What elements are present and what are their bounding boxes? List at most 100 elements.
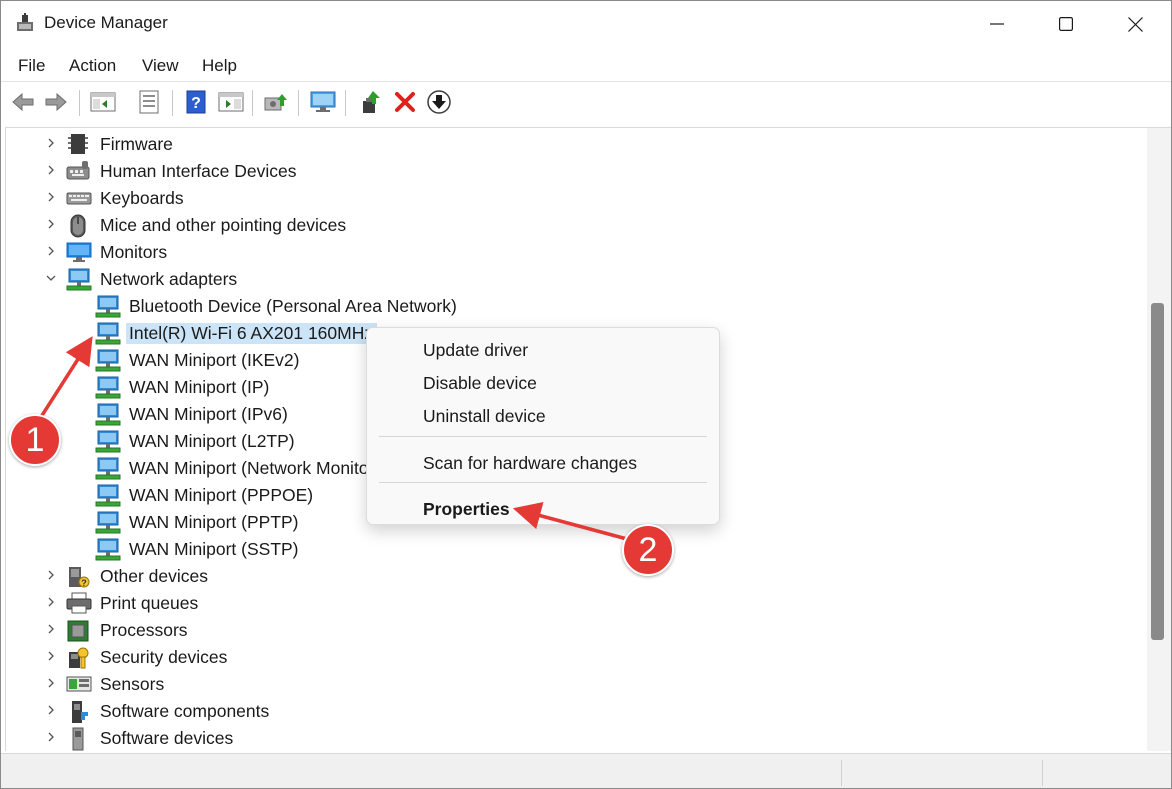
- chevron-right-icon[interactable]: [44, 623, 58, 637]
- tree-item-label[interactable]: Software devices: [100, 728, 233, 749]
- chevron-right-icon[interactable]: [44, 650, 58, 664]
- chevron-right-icon[interactable]: [44, 218, 58, 232]
- tree-item-label[interactable]: Monitors: [100, 242, 167, 263]
- tree-item-label[interactable]: WAN Miniport (IPv6): [129, 404, 288, 425]
- network-adapter-icon: [95, 349, 121, 372]
- annotation-callout-2: 2: [622, 524, 674, 576]
- minimize-icon: [990, 23, 1004, 25]
- back-button[interactable]: [9, 88, 37, 116]
- tree-category[interactable]: Security devices: [6, 644, 1146, 671]
- chevron-right-icon[interactable]: [44, 164, 58, 178]
- tree-category[interactable]: Firmware: [6, 131, 1146, 158]
- vertical-scrollbar[interactable]: [1147, 127, 1171, 751]
- tree-item-label[interactable]: Firmware: [100, 134, 173, 155]
- update-driver-button[interactable]: [357, 88, 385, 116]
- tree-item-label[interactable]: WAN Miniport (PPPOE): [129, 485, 313, 506]
- tree-item-label[interactable]: Sensors: [100, 674, 164, 695]
- chevron-right-icon[interactable]: [44, 596, 58, 610]
- tree-item-label[interactable]: Human Interface Devices: [100, 161, 296, 182]
- tree-item-label[interactable]: Other devices: [100, 566, 208, 587]
- tree-category[interactable]: Network adapters: [6, 266, 1146, 293]
- tree-category[interactable]: Sensors: [6, 671, 1146, 698]
- properties-button[interactable]: [135, 88, 163, 116]
- uninstall-device-button[interactable]: [391, 88, 419, 116]
- chevron-right-icon[interactable]: [44, 245, 58, 259]
- tree-item-label[interactable]: WAN Miniport (PPTP): [129, 512, 299, 533]
- tree-item-label-selected[interactable]: Intel(R) Wi-Fi 6 AX201 160MHz: [126, 323, 378, 344]
- chevron-right-icon[interactable]: [44, 137, 58, 151]
- network-adapter-icon: [95, 538, 121, 561]
- tree-category[interactable]: Mice and other pointing devices: [6, 212, 1146, 239]
- chevron-right-icon[interactable]: [44, 731, 58, 745]
- tree-device[interactable]: Bluetooth Device (Personal Area Network): [6, 293, 1146, 320]
- uninstall-device-icon: [395, 92, 415, 112]
- menu-file[interactable]: File: [18, 56, 45, 76]
- tree-item-label[interactable]: Keyboards: [100, 188, 184, 209]
- ctx-disable-device[interactable]: Disable device: [423, 373, 537, 394]
- tree-item-label[interactable]: Bluetooth Device (Personal Area Network): [129, 296, 457, 317]
- chevron-right-icon[interactable]: [44, 677, 58, 691]
- computer-button[interactable]: [309, 88, 337, 116]
- close-button[interactable]: [1101, 1, 1169, 47]
- tree-device[interactable]: WAN Miniport (SSTP): [6, 536, 1146, 563]
- tree-item-label[interactable]: WAN Miniport (L2TP): [129, 431, 295, 452]
- tree-item-label[interactable]: Security devices: [100, 647, 227, 668]
- tree-category[interactable]: Keyboards: [6, 185, 1146, 212]
- help-icon: ?: [186, 90, 206, 114]
- ctx-properties[interactable]: Properties: [423, 499, 510, 520]
- computer-monitor-icon: [310, 91, 336, 112]
- tree-category[interactable]: Human Interface Devices: [6, 158, 1146, 185]
- action-pane-icon: [218, 92, 244, 112]
- update-driver-icon: [363, 91, 380, 113]
- tree-category[interactable]: Print queues: [6, 590, 1146, 617]
- tree-item-label[interactable]: WAN Miniport (SSTP): [129, 539, 299, 560]
- software-component-icon: [66, 700, 90, 723]
- maximize-button[interactable]: [1032, 1, 1100, 47]
- tree-item-label[interactable]: Processors: [100, 620, 188, 641]
- forward-button[interactable]: [42, 88, 70, 116]
- menu-action[interactable]: Action: [69, 56, 116, 76]
- tree-category[interactable]: Software devices: [6, 725, 1146, 751]
- disable-device-button[interactable]: [425, 88, 453, 116]
- menu-view[interactable]: View: [142, 56, 179, 76]
- network-adapter-icon: [95, 403, 121, 426]
- network-adapter-icon: [95, 484, 121, 507]
- tree-item-label[interactable]: WAN Miniport (IKEv2): [129, 350, 300, 371]
- tree-category[interactable]: ? Other devices: [6, 563, 1146, 590]
- show-hide-console-tree-button[interactable]: [89, 88, 117, 116]
- tree-item-label[interactable]: Software components: [100, 701, 269, 722]
- ctx-uninstall-device[interactable]: Uninstall device: [423, 406, 546, 427]
- minimize-button[interactable]: [963, 1, 1031, 47]
- help-button[interactable]: ?: [182, 88, 210, 116]
- other-devices-icon: ?: [66, 565, 90, 588]
- properties-sheet-icon: [139, 90, 159, 114]
- tree-item-label[interactable]: WAN Miniport (Network Monitor): [129, 458, 380, 479]
- tree-category[interactable]: Monitors: [6, 239, 1146, 266]
- toolbar: ?: [1, 81, 1171, 121]
- network-adapter-icon: [95, 295, 121, 318]
- network-adapter-icon: [66, 268, 92, 291]
- scrollbar-thumb[interactable]: [1151, 303, 1164, 640]
- ctx-update-driver[interactable]: Update driver: [423, 340, 528, 361]
- scan-hardware-button[interactable]: [262, 88, 290, 116]
- network-adapter-icon: [95, 430, 121, 453]
- svg-text:?: ?: [81, 578, 87, 588]
- chevron-right-icon[interactable]: [44, 569, 58, 583]
- monitor-icon: [66, 241, 92, 263]
- tree-category[interactable]: Software components: [6, 698, 1146, 725]
- menu-help[interactable]: Help: [202, 56, 237, 76]
- network-adapter-icon: [95, 457, 121, 480]
- ctx-scan-hardware[interactable]: Scan for hardware changes: [423, 453, 637, 474]
- action-pane-button[interactable]: [217, 88, 245, 116]
- tree-category[interactable]: Processors: [6, 617, 1146, 644]
- show-hide-console-tree-icon: [90, 92, 116, 112]
- tree-item-label[interactable]: Mice and other pointing devices: [100, 215, 346, 236]
- chevron-right-icon[interactable]: [44, 191, 58, 205]
- mouse-icon: [66, 214, 90, 238]
- chevron-right-icon[interactable]: [44, 704, 58, 718]
- tree-item-label[interactable]: Print queues: [100, 593, 198, 614]
- tree-item-label[interactable]: WAN Miniport (IP): [129, 377, 269, 398]
- tree-item-label[interactable]: Network adapters: [100, 269, 237, 290]
- forward-arrow-icon: [45, 92, 67, 112]
- chevron-down-icon[interactable]: [44, 272, 58, 286]
